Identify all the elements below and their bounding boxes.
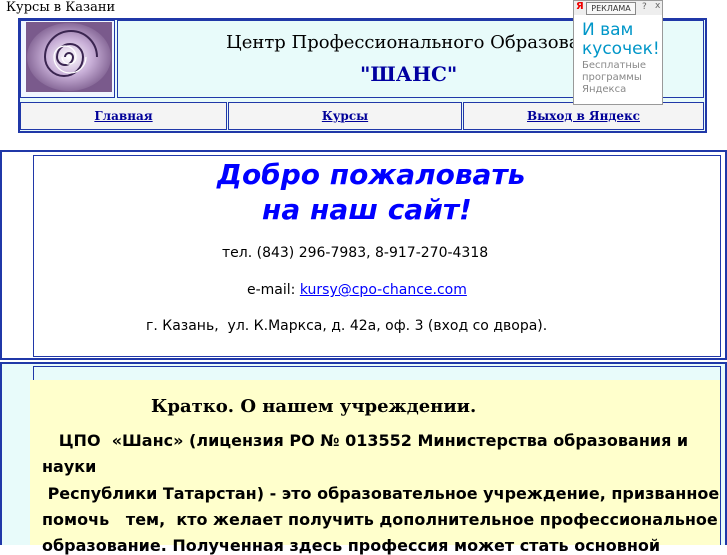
email-row: e-mail: kursy@cpo-chance.com <box>247 282 467 298</box>
ad-headline-2[interactable]: кусочек! <box>582 40 660 59</box>
nav-link-yandex[interactable]: Выход в Яндекс <box>527 109 640 123</box>
ad-help-icon[interactable]: ? <box>642 2 647 12</box>
phone-text: тел. (843) 296-7983, 8-917-270-4318 <box>222 245 489 261</box>
nav-item-home[interactable]: Главная <box>20 102 227 130</box>
center-name: Центр Профессионального Образования <box>226 32 615 53</box>
ad-label[interactable]: РЕКЛАМА <box>586 2 636 15</box>
ad-text-3[interactable]: Яндекса <box>582 84 626 96</box>
address-text: г. Казань, ул. К.Маркса, д. 42а, оф. 3 (… <box>146 318 548 334</box>
welcome-heading-line1: Добро пожаловать <box>217 158 526 191</box>
ad-text-1[interactable]: Бесплатные <box>582 60 646 72</box>
yandex-logo-icon: Я <box>576 1 584 12</box>
about-heading: Кратко. О нашем учреждении. <box>151 396 477 417</box>
about-line: помочь тем, кто желает получить дополнит… <box>42 510 718 529</box>
fractal-spiral-logo-icon <box>26 22 112 92</box>
nav-link-courses[interactable]: Курсы <box>322 109 368 123</box>
email-label: e-mail: <box>247 282 296 298</box>
email-link[interactable]: kursy@cpo-chance.com <box>300 282 467 298</box>
ad-headline-1[interactable]: И вам <box>582 21 633 40</box>
site-title: Курсы в Казани <box>6 0 116 15</box>
about-line: образование. Полученная здесь профессия … <box>42 536 661 555</box>
about-line: науки <box>42 457 97 476</box>
center-quote: "ШАНС" <box>360 62 458 86</box>
nav-link-home[interactable]: Главная <box>94 109 152 123</box>
nav-item-courses[interactable]: Курсы <box>228 102 462 130</box>
about-line: ЦПО «Шанс» (лицензия РО № 013552 Министе… <box>42 431 689 450</box>
welcome-heading-line2: на наш сайт! <box>262 193 472 226</box>
ad-text-2[interactable]: программы <box>582 72 642 84</box>
ad-close-icon[interactable]: x <box>655 1 660 11</box>
nav-item-yandex[interactable]: Выход в Яндекс <box>463 102 704 130</box>
about-line: Республики Татарстан) - это образователь… <box>42 484 720 503</box>
